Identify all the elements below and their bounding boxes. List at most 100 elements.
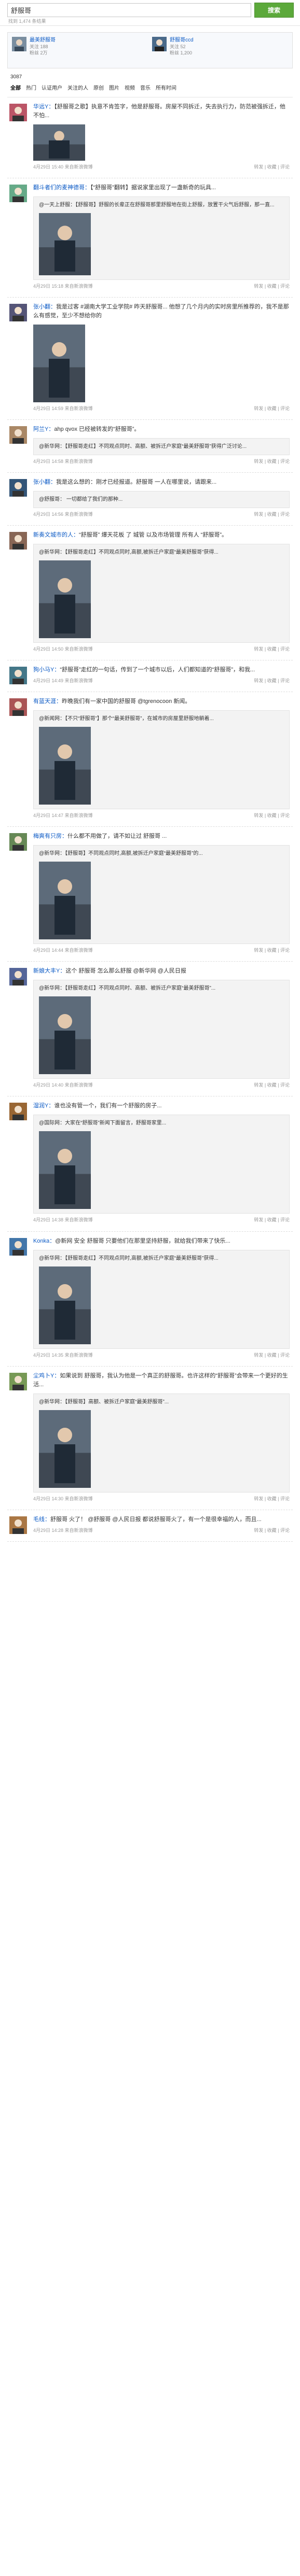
user-avatar-icon[interactable]	[9, 532, 27, 550]
post-timestamp[interactable]: 4月29日 14:47 来自新浪微博	[33, 813, 93, 818]
user-avatar-icon[interactable]	[12, 37, 26, 51]
filter-tab[interactable]: 图片	[109, 86, 119, 91]
post-text: Konka：@新网 安全 舒服哥 只要他们在那里坚持舒服，就给我们带来了快乐..…	[33, 1237, 290, 1246]
photo-thumbnail-icon[interactable]	[33, 325, 85, 403]
post-meta: 转发 | 收藏 | 评论 4月29日 14:35 来自新浪微博	[33, 1352, 290, 1359]
filter-tab[interactable]: 所有时间	[156, 86, 176, 91]
post-body: 我是过客 #湖南大学工业学院# 昨天舒服哥... 他想了几个月内的实时房里所推荐…	[33, 304, 289, 319]
post-timestamp[interactable]: 4月29日 14:56 来自新浪微博	[33, 512, 93, 517]
search-button[interactable]: 搜索	[254, 3, 294, 18]
user-avatar-icon[interactable]	[9, 426, 27, 444]
post-actions[interactable]: 转发 | 收藏 | 评论	[254, 947, 290, 954]
user-avatar-icon[interactable]	[152, 37, 167, 51]
post-text: 新娘大丰Y：这个 舒服哥 怎么那么舒服 @新华网 @人民日报	[33, 967, 290, 976]
post-author-link[interactable]: 翻斗者们的麦神德哥：	[33, 185, 90, 191]
post-author-link[interactable]: 狗小马Y：	[33, 667, 60, 673]
user-card-name[interactable]: 最美舒服哥	[30, 37, 56, 45]
post-actions[interactable]: 转发 | 收藏 | 评论	[254, 1496, 290, 1502]
filter-tab[interactable]: 视频	[125, 86, 135, 91]
post-actions[interactable]: 转发 | 收藏 | 评论	[254, 646, 290, 653]
post-text: 翻斗者们的麦神德哥：【“舒服哥”翻转】据说家里出现了一盏新奇的玩具...	[33, 184, 290, 192]
post-timestamp[interactable]: 4月29日 14:50 来自新浪微博	[33, 646, 93, 652]
photo-thumbnail-icon[interactable]	[39, 1131, 91, 1209]
post-timestamp[interactable]: 4月29日 14:59 来自新浪微博	[33, 406, 93, 411]
filter-tab[interactable]: 热门	[26, 86, 36, 91]
photo-thumbnail-icon[interactable]	[39, 1410, 91, 1488]
post-timestamp[interactable]: 4月29日 15:18 来自新浪微博	[33, 284, 93, 289]
feed-post: 有蓝天涯：昨晚我们有一家中国的舒服哥 @tgrenocoon 新闻。 @新闻网：【…	[7, 692, 293, 827]
post-actions[interactable]: 转发 | 收藏 | 评论	[254, 405, 290, 412]
post-timestamp[interactable]: 4月29日 14:49 来自新浪微博	[33, 678, 93, 683]
post-timestamp[interactable]: 4月29日 14:38 来自新浪微博	[33, 1217, 93, 1222]
post-actions[interactable]: 转发 | 收藏 | 评论	[254, 1082, 290, 1089]
post-actions[interactable]: 转发 | 收藏 | 评论	[254, 678, 290, 684]
post-actions[interactable]: 转发 | 收藏 | 评论	[254, 458, 290, 465]
post-body: “舒服哥”走红的一句话，传到了一个城市以后，人们都知道的“舒服哥”，和我...	[60, 667, 255, 673]
post-timestamp[interactable]: 4月29日 15:40 来自新浪微博	[33, 164, 93, 170]
post-author-link[interactable]: 新奏文城市的人：	[33, 532, 79, 538]
photo-thumbnail-icon[interactable]	[39, 862, 91, 940]
repost-text: @舒服哥： 一切都给了我们的那种...	[39, 497, 123, 503]
repost-text: @国际网：大家在“舒服哥”新闻下面留言，舒服哥家里...	[39, 1120, 167, 1127]
filter-tab[interactable]: 全部	[10, 86, 21, 91]
photo-thumbnail-icon[interactable]	[39, 996, 91, 1075]
post-timestamp[interactable]: 4月29日 14:40 来自新浪微博	[33, 1082, 93, 1088]
post-meta: 转发 | 收藏 | 评论 4月29日 14:58 来自新浪微博	[33, 458, 290, 465]
post-actions[interactable]: 转发 | 收藏 | 评论	[254, 812, 290, 819]
user-avatar-icon[interactable]	[9, 698, 27, 716]
post-meta: 转发 | 收藏 | 评论 4月29日 14:28 来自新浪微博	[33, 1527, 290, 1534]
post-author-link[interactable]: 华远Y：	[33, 104, 54, 110]
photo-thumbnail-icon[interactable]	[39, 1266, 91, 1344]
post-author-link[interactable]: 有蓝天涯：	[33, 698, 62, 705]
repost-text: @新华网：【舒服哥走红】不同观点同时,高额,被拆迁户家庭“最美舒服哥”获得...	[39, 1255, 219, 1261]
photo-thumbnail-icon[interactable]	[39, 560, 91, 639]
feed-post: 狗小马Y：“舒服哥”走红的一句话，传到了一个城市以后，人们都知道的“舒服哥”，和…	[7, 660, 293, 693]
filter-tab[interactable]: 音乐	[140, 86, 151, 91]
user-avatar-icon[interactable]	[9, 1516, 27, 1534]
post-author-link[interactable]: Konka：	[33, 1238, 55, 1244]
filter-tab[interactable]: 认证用户	[42, 86, 62, 91]
user-avatar-icon[interactable]	[9, 833, 27, 851]
search-input[interactable]	[7, 3, 251, 17]
user-avatar-icon[interactable]	[9, 104, 27, 121]
photo-thumbnail-icon[interactable]	[39, 727, 91, 805]
filter-bar: 3087 全部 热门 认证用户 关注的人 原创 图片 视频 音乐 所有时间	[7, 73, 293, 97]
post-actions[interactable]: 转发 | 收藏 | 评论	[254, 283, 290, 290]
post-author-link[interactable]: 张小翻：	[33, 479, 56, 485]
photo-thumbnail-icon[interactable]	[39, 213, 91, 276]
post-author-link[interactable]: 尘鸡卜Y：	[33, 1373, 60, 1379]
user-avatar-icon[interactable]	[9, 968, 27, 986]
user-avatar-icon[interactable]	[9, 479, 27, 497]
post-actions[interactable]: 转发 | 收藏 | 评论	[254, 1352, 290, 1359]
repost-block: @国际网：大家在“舒服哥”新闻下面留言，舒服哥家里...	[33, 1115, 290, 1214]
post-author-link[interactable]: 阿兰Y：	[33, 426, 54, 432]
repost-block: @舒服哥： 一切都给了我们的那种...	[33, 491, 290, 509]
user-avatar-icon[interactable]	[9, 1372, 27, 1390]
post-author-link[interactable]: 新娘大丰Y：	[33, 968, 65, 974]
user-avatar-icon[interactable]	[9, 1237, 27, 1256]
post-timestamp[interactable]: 4月29日 14:30 来自新浪微博	[33, 1496, 93, 1501]
user-card-name[interactable]: 舒服哥ccd	[170, 37, 194, 45]
post-author-link[interactable]: 毛线：	[33, 1516, 50, 1523]
post-actions[interactable]: 转发 | 收藏 | 评论	[254, 164, 290, 171]
post-author-link[interactable]: 梅爽有只房：	[33, 833, 67, 839]
post-body: 昨晚我们有一家中国的舒服哥 @tgrenocoon 新闻。	[62, 698, 191, 705]
post-timestamp[interactable]: 4月29日 14:58 来自新浪微博	[33, 459, 93, 464]
post-timestamp[interactable]: 4月29日 14:35 来自新浪微博	[33, 1353, 93, 1358]
post-actions[interactable]: 转发 | 收藏 | 评论	[254, 511, 290, 518]
user-avatar-icon[interactable]	[9, 667, 27, 685]
filter-tab[interactable]: 关注的人	[67, 86, 88, 91]
user-avatar-icon[interactable]	[9, 304, 27, 322]
post-timestamp[interactable]: 4月29日 14:44 来自新浪微博	[33, 948, 93, 953]
user-avatar-icon[interactable]	[9, 1103, 27, 1121]
post-body: 如果说到 舒服哥，我认为他是一个真正的舒服哥。也许这样的“舒服哥”会带来一个更好…	[33, 1372, 288, 1388]
user-avatar-icon[interactable]	[9, 185, 27, 203]
post-actions[interactable]: 转发 | 收藏 | 评论	[254, 1527, 290, 1534]
filter-tab[interactable]: 原创	[93, 86, 104, 91]
post-actions[interactable]: 转发 | 收藏 | 评论	[254, 1217, 290, 1223]
post-author-link[interactable]: 湿润Y：	[33, 1103, 54, 1109]
post-author-link[interactable]: 张小翻：	[33, 304, 56, 310]
photo-thumbnail-icon[interactable]	[33, 124, 85, 161]
post-timestamp[interactable]: 4月29日 14:28 来自新浪微博	[33, 1528, 93, 1533]
repost-block: @一天上舒服：【舒服哥】舒服的长辈正在舒服哥那里舒服地在街上舒服，放置干火气后舒…	[33, 196, 290, 280]
